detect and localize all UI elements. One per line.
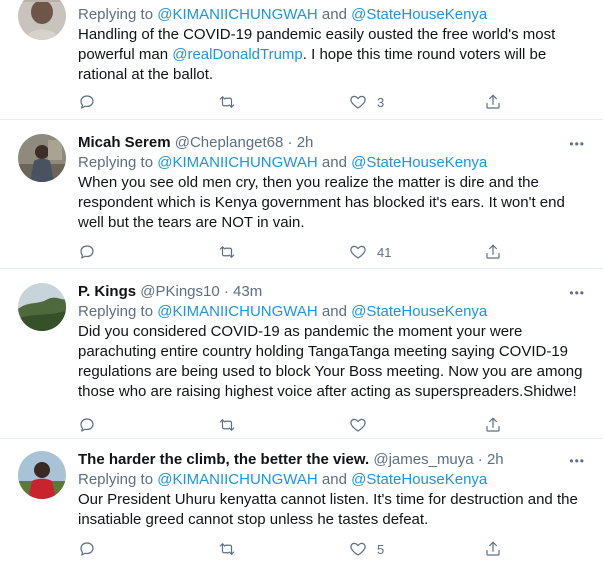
like-icon bbox=[350, 95, 366, 109]
reply-context: Replying to @KIMANIICHUNGWAH and @StateH… bbox=[78, 6, 488, 23]
like-button[interactable] bbox=[349, 415, 367, 435]
reply-button[interactable] bbox=[78, 92, 96, 112]
mention-link[interactable]: @StateHouseKenya bbox=[351, 303, 487, 320]
tweet-actions: 3 bbox=[78, 92, 518, 112]
like-button[interactable]: 3 bbox=[349, 92, 384, 112]
retweet-button[interactable] bbox=[218, 415, 236, 435]
more-icon[interactable]: ••• bbox=[565, 138, 585, 150]
mention-link[interactable]: @StateHouseKenya bbox=[351, 471, 487, 488]
like-count: 3 bbox=[377, 94, 385, 110]
tweet-actions bbox=[78, 415, 518, 435]
tweet[interactable]: P. Kings @PKings10 · 43m Replying to @KI… bbox=[0, 269, 603, 439]
user-handle[interactable]: @james_muya bbox=[373, 451, 473, 468]
avatar[interactable] bbox=[18, 283, 66, 331]
tweet-text: Did you considered COVID-19 as pandemic … bbox=[78, 323, 583, 400]
like-count: 5 bbox=[377, 541, 385, 557]
display-name[interactable]: Micah Serem bbox=[78, 134, 171, 151]
like-icon bbox=[350, 542, 366, 556]
mention-link[interactable]: @KIMANIICHUNGWAH bbox=[157, 154, 318, 171]
tweet-text: Handling of the COVID-19 pandemic easily… bbox=[78, 26, 556, 83]
retweet-button[interactable] bbox=[218, 242, 236, 262]
mention-link[interactable]: @KIMANIICHUNGWAH bbox=[157, 6, 318, 23]
share-icon bbox=[486, 244, 500, 259]
mention-link[interactable]: @realDonaldTrump bbox=[172, 46, 303, 63]
mention-link[interactable]: @KIMANIICHUNGWAH bbox=[157, 471, 318, 488]
mention-link[interactable]: @StateHouseKenya bbox=[351, 6, 487, 23]
timestamp[interactable]: 2h bbox=[297, 134, 314, 151]
reply-button[interactable] bbox=[78, 539, 96, 559]
avatar[interactable] bbox=[18, 451, 66, 499]
more-icon[interactable]: ••• bbox=[565, 455, 585, 467]
tweet[interactable]: Micah Serem @Cheplanget68 · 2h Replying … bbox=[0, 120, 603, 269]
reply-button[interactable] bbox=[78, 242, 96, 262]
tweet-text: Our President Uhuru kenyatta cannot list… bbox=[78, 491, 578, 528]
display-name[interactable]: The harder the climb, the better the vie… bbox=[78, 451, 369, 468]
mention-link[interactable]: @StateHouseKenya bbox=[351, 154, 487, 171]
reply-icon bbox=[80, 245, 94, 259]
like-button[interactable]: 41 bbox=[349, 242, 391, 262]
avatar[interactable] bbox=[18, 134, 66, 182]
retweet-button[interactable] bbox=[218, 539, 236, 559]
retweet-icon bbox=[219, 96, 235, 108]
share-icon bbox=[486, 94, 500, 109]
user-handle[interactable]: @Cheplanget68 bbox=[175, 134, 284, 151]
like-icon bbox=[350, 245, 366, 259]
retweet-button[interactable] bbox=[218, 92, 236, 112]
retweet-icon bbox=[219, 419, 235, 431]
reply-button[interactable] bbox=[78, 415, 96, 435]
timestamp[interactable]: 2h bbox=[487, 451, 504, 468]
share-button[interactable] bbox=[484, 92, 502, 112]
share-button[interactable] bbox=[484, 539, 502, 559]
retweet-icon bbox=[219, 246, 235, 258]
reply-icon bbox=[80, 542, 94, 556]
timestamp[interactable]: 43m bbox=[233, 283, 262, 300]
reply-context: Replying to @KIMANIICHUNGWAH and @StateH… bbox=[78, 471, 488, 488]
share-button[interactable] bbox=[484, 415, 502, 435]
like-button[interactable]: 5 bbox=[349, 539, 384, 559]
like-icon bbox=[350, 418, 366, 432]
reply-icon bbox=[80, 418, 94, 432]
tweet[interactable]: Replying to @KIMANIICHUNGWAH and @StateH… bbox=[0, 0, 603, 120]
user-handle[interactable]: @PKings10 bbox=[140, 283, 219, 300]
tweet-actions: 5 bbox=[78, 539, 518, 559]
share-icon bbox=[486, 417, 500, 432]
tweet[interactable]: The harder the climb, the better the vie… bbox=[0, 439, 603, 568]
reply-context: Replying to @KIMANIICHUNGWAH and @StateH… bbox=[78, 303, 488, 320]
like-count: 41 bbox=[377, 244, 392, 260]
share-button[interactable] bbox=[484, 242, 502, 262]
tweet-actions: 41 bbox=[78, 242, 518, 262]
retweet-icon bbox=[219, 543, 235, 555]
tweet-header: The harder the climb, the better the vie… bbox=[78, 451, 504, 468]
avatar[interactable] bbox=[18, 0, 66, 40]
tweet-text: When you see old men cry, then you reali… bbox=[78, 174, 565, 231]
reply-icon bbox=[80, 95, 94, 109]
mention-link[interactable]: @KIMANIICHUNGWAH bbox=[157, 303, 318, 320]
display-name[interactable]: P. Kings bbox=[78, 283, 136, 300]
more-icon[interactable]: ••• bbox=[565, 287, 585, 299]
tweet-header: P. Kings @PKings10 · 43m bbox=[78, 283, 263, 300]
share-icon bbox=[486, 541, 500, 556]
reply-context: Replying to @KIMANIICHUNGWAH and @StateH… bbox=[78, 154, 488, 171]
tweet-header: Micah Serem @Cheplanget68 · 2h bbox=[78, 134, 314, 151]
